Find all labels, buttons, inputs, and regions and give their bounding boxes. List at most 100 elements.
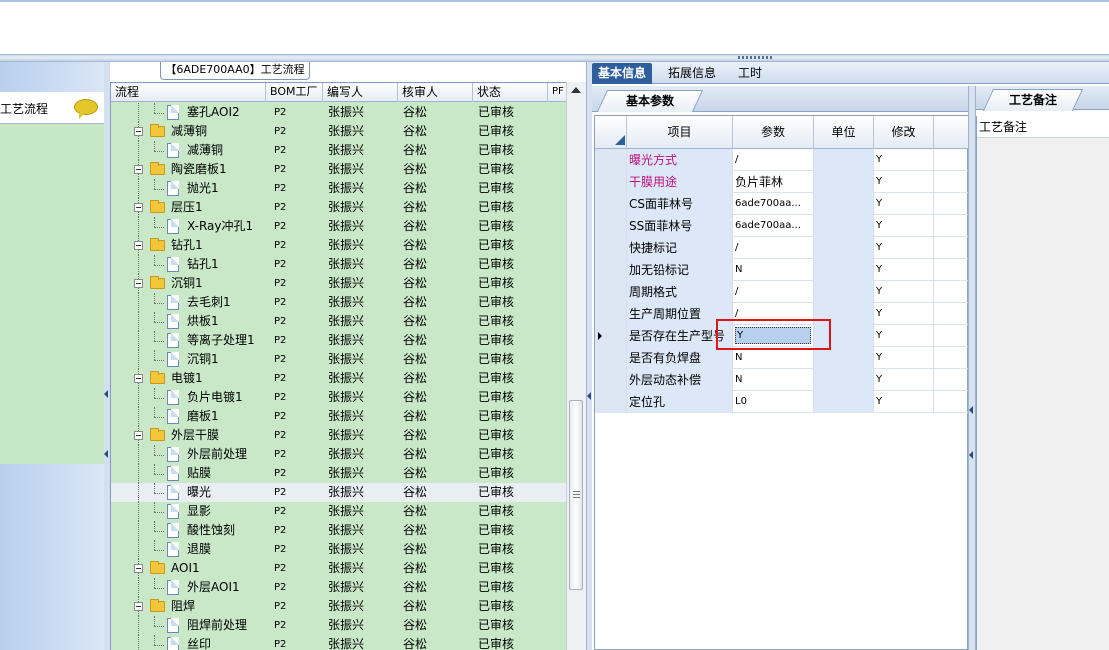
row-header[interactable]: [595, 215, 627, 237]
tree-row[interactable]: 贴膜 P2 张振兴 谷松 已审核: [111, 464, 567, 483]
tree-row[interactable]: 钻孔1 P2 张振兴 谷松 已审核: [111, 236, 567, 255]
param-value-cell[interactable]: /: [733, 281, 814, 303]
param-modify-cell[interactable]: Y: [874, 193, 934, 215]
collapse-toggle-icon[interactable]: [134, 203, 143, 212]
param-row[interactable]: 周期格式 / Y: [595, 281, 969, 303]
collapse-toggle-icon[interactable]: [134, 602, 143, 611]
tree-row[interactable]: 退膜 P2 张振兴 谷松 已审核: [111, 540, 567, 559]
col-header-flow[interactable]: 流程: [111, 83, 266, 102]
tree-row[interactable]: 塞孔AOI2 P2 张振兴 谷松 已审核: [111, 103, 567, 122]
collapse-toggle-icon[interactable]: [134, 374, 143, 383]
tree-row[interactable]: 钻孔1 P2 张振兴 谷松 已审核: [111, 255, 567, 274]
notes-panel[interactable]: 工艺备注: [976, 116, 1109, 650]
splitter-grip-icon[interactable]: [738, 56, 772, 59]
row-header[interactable]: [595, 171, 627, 193]
param-value-cell[interactable]: 6ade700aa...: [733, 215, 814, 237]
col-header-modify[interactable]: 修改: [874, 116, 934, 149]
param-unit-cell[interactable]: [814, 281, 874, 303]
param-row[interactable]: CS面菲林号 6ade700aa... Y: [595, 193, 969, 215]
param-row[interactable]: 是否有负焊盘 N Y: [595, 347, 969, 369]
col-header-pf[interactable]: PF: [548, 83, 567, 102]
tree-row[interactable]: X-Ray冲孔1 P2 张振兴 谷松 已审核: [111, 217, 567, 236]
tree-row[interactable]: 减薄铜 P2 张振兴 谷松 已审核: [111, 141, 567, 160]
process-tree-grid[interactable]: 流程 BOM工厂 编写人 核审人 状态 PF 塞孔AOI2 P2 张振兴 谷松 已审核减…: [110, 82, 586, 650]
tree-row[interactable]: 电镀1 P2 张振兴 谷松 已审核: [111, 369, 567, 388]
param-modify-cell[interactable]: Y: [874, 325, 934, 347]
left-nav-header[interactable]: 工艺流程: [0, 92, 104, 124]
param-row[interactable]: 曝光方式 / Y: [595, 149, 969, 171]
row-header[interactable]: [595, 259, 627, 281]
tree-row[interactable]: 沉铜1 P2 张振兴 谷松 已审核: [111, 274, 567, 293]
param-row[interactable]: 快捷标记 / Y: [595, 237, 969, 259]
tree-row[interactable]: 外层前处理 P2 张振兴 谷松 已审核: [111, 445, 567, 464]
param-unit-cell[interactable]: [814, 237, 874, 259]
scroll-up-arrow-icon[interactable]: [571, 87, 581, 93]
param-modify-cell[interactable]: Y: [874, 303, 934, 325]
collapse-toggle-icon[interactable]: [134, 241, 143, 250]
collapse-toggle-icon[interactable]: [134, 564, 143, 573]
row-header[interactable]: [595, 391, 627, 413]
collapse-toggle-icon[interactable]: [134, 279, 143, 288]
param-modify-cell[interactable]: Y: [874, 347, 934, 369]
param-unit-cell[interactable]: [814, 171, 874, 193]
tree-row[interactable]: 外层AOI1 P2 张振兴 谷松 已审核: [111, 578, 567, 597]
row-header[interactable]: [595, 237, 627, 259]
tree-row[interactable]: 阻焊前处理 P2 张振兴 谷松 已审核: [111, 616, 567, 635]
param-modify-cell[interactable]: Y: [874, 281, 934, 303]
tree-row[interactable]: 减薄铜 P2 张振兴 谷松 已审核: [111, 122, 567, 141]
param-modify-cell[interactable]: Y: [874, 149, 934, 171]
param-row[interactable]: SS面菲林号 6ade700aa... Y: [595, 215, 969, 237]
collapse-right-arrow-icon-2[interactable]: [969, 451, 973, 459]
tree-row[interactable]: 磨板1 P2 张振兴 谷松 已审核: [111, 407, 567, 426]
params-grid[interactable]: 项目 参数 单位 修改 曝光方式 / Y 干膜用途 负片菲林 Y CS面菲林号 6ade700…: [594, 115, 969, 650]
param-value-cell[interactable]: 6ade700aa...: [733, 193, 814, 215]
middle-splitter[interactable]: [586, 62, 592, 650]
param-value-cell[interactable]: N: [733, 259, 814, 281]
tree-row[interactable]: 沉铜1 P2 张振兴 谷松 已审核: [111, 350, 567, 369]
tab-process-notes[interactable]: 工艺备注: [982, 89, 1084, 111]
param-value-cell[interactable]: /: [733, 237, 814, 259]
collapse-toggle-icon[interactable]: [134, 431, 143, 440]
param-modify-cell[interactable]: Y: [874, 259, 934, 281]
tree-scrollbar[interactable]: [566, 82, 586, 650]
tree-row[interactable]: 酸性蚀刻 P2 张振兴 谷松 已审核: [111, 521, 567, 540]
tree-row[interactable]: 去毛刺1 P2 张振兴 谷松 已审核: [111, 293, 567, 312]
row-header[interactable]: [595, 369, 627, 391]
col-header-reviewer[interactable]: 核审人: [398, 83, 473, 102]
comment-bubble-icon[interactable]: [74, 99, 98, 119]
tree-row[interactable]: 外层干膜 P2 张振兴 谷松 已审核: [111, 426, 567, 445]
col-header-item[interactable]: 项目: [627, 116, 733, 149]
horizontal-splitter[interactable]: [0, 54, 1109, 62]
row-header[interactable]: [595, 303, 627, 325]
tree-row[interactable]: AOI1 P2 张振兴 谷松 已审核: [111, 559, 567, 578]
param-unit-cell[interactable]: [814, 193, 874, 215]
row-header[interactable]: [595, 281, 627, 303]
param-modify-cell[interactable]: Y: [874, 237, 934, 259]
param-row[interactable]: 外层动态补偿 N Y: [595, 369, 969, 391]
collapse-left-arrow-icon-2[interactable]: [104, 450, 108, 458]
param-value-cell[interactable]: /: [733, 149, 814, 171]
tree-row[interactable]: 烘板1 P2 张振兴 谷松 已审核: [111, 312, 567, 331]
tree-row[interactable]: 负片电镀1 P2 张振兴 谷松 已审核: [111, 388, 567, 407]
param-unit-cell[interactable]: [814, 391, 874, 413]
col-header-writer[interactable]: 编写人: [323, 83, 398, 102]
param-value-cell[interactable]: 负片菲林: [733, 171, 814, 193]
tree-row[interactable]: 显影 P2 张振兴 谷松 已审核: [111, 502, 567, 521]
row-header[interactable]: [595, 347, 627, 369]
param-unit-cell[interactable]: [814, 215, 874, 237]
tree-row[interactable]: 抛光1 P2 张振兴 谷松 已审核: [111, 179, 567, 198]
collapse-middle-arrow-icon[interactable]: [587, 392, 591, 400]
tab-basic-params[interactable]: 基本参数: [596, 90, 704, 112]
tab-basic-info[interactable]: 基本信息: [592, 63, 653, 84]
collapse-left-arrow-icon[interactable]: [104, 390, 108, 398]
tab-extended-info[interactable]: 拓展信息: [662, 63, 722, 84]
col-header-bom[interactable]: BOM工厂: [266, 83, 323, 102]
tree-row[interactable]: 丝印 P2 张振兴 谷松 已审核: [111, 635, 567, 650]
param-modify-cell[interactable]: Y: [874, 215, 934, 237]
param-unit-cell[interactable]: [814, 149, 874, 171]
col-header-param[interactable]: 参数: [733, 116, 814, 149]
tab-work-hours[interactable]: 工时: [732, 63, 768, 84]
right-splitter[interactable]: [968, 86, 976, 650]
param-value-cell[interactable]: N: [733, 347, 814, 369]
scroll-thumb[interactable]: [569, 400, 583, 590]
